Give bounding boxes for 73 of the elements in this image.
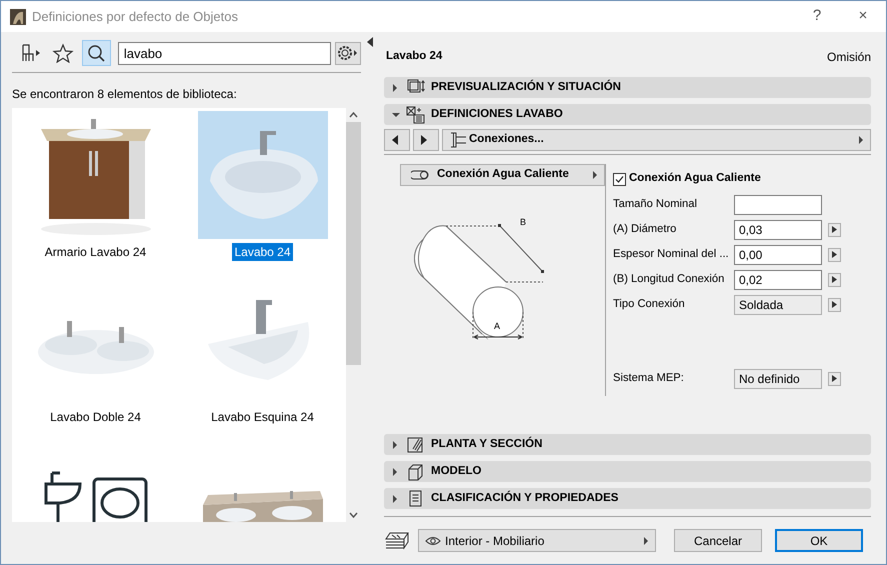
checked-icon [613,172,626,186]
settings-icon [406,106,425,124]
mode-label: Omisión [826,49,871,63]
parameter-label: (A) Diámetro [613,222,678,238]
window-title: Definiciones por defecto de Objetos [32,8,238,26]
value-menu-button[interactable] [828,372,841,386]
parameter-label: Espesor Nominal del ... [613,247,730,262]
pipe-fitting-icon [449,132,469,148]
section-header[interactable]: PREVISUALIZACIÓN Y SITUACIÓN [384,77,871,98]
parameter-label: Tamaño Nominal [613,197,698,212]
value-menu-button[interactable] [828,248,841,262]
scrollbar-thumb[interactable] [346,122,361,365]
value-menu-button[interactable] [828,222,841,236]
left-arrow-icon [391,135,399,145]
search-field[interactable]: lavabo [118,42,331,64]
dialog-button[interactable]: Cancelar [674,529,762,552]
item-title: Lavabo 24 [386,49,442,63]
help-button[interactable]: ? [794,4,840,29]
dialog-button[interactable]: OK [775,529,863,552]
gear-icon [336,44,360,62]
dimension-label: B [520,216,526,229]
floor-plan-icon [406,436,425,454]
expand-icon [392,494,400,502]
value-menu-button[interactable] [828,272,841,286]
caret-icon [592,171,598,179]
close-button[interactable]: × [840,4,886,29]
collapse-arrow-icon[interactable] [367,37,373,47]
previous-button[interactable] [384,129,410,151]
pipe-icon [411,170,429,180]
app-logo-icon [10,8,26,24]
right-arrow-icon [420,135,428,145]
item-label[interactable]: Lavabo Esquina 24 [209,408,316,426]
connection-checkbox[interactable]: Conexión Agua Caliente [613,166,871,192]
section-header[interactable]: DEFINICIONES LAVABO [384,104,871,125]
expand-icon [392,468,400,476]
section-header[interactable]: MODELO [384,461,871,482]
next-button[interactable] [413,129,439,151]
eye-icon [425,536,441,546]
item-label[interactable]: Lavabo 24 [232,243,293,261]
layer-dropdown[interactable]: Interior - Mobiliario [418,529,656,552]
section-header[interactable]: PLANTA Y SECCIÓN [384,434,871,455]
search-button[interactable] [82,40,111,66]
value-dropdown[interactable]: Soldada [734,294,822,314]
caret-icon [643,536,649,544]
item-label[interactable]: Lavabo Doble 24 [48,408,143,426]
result-count-text: Se encontraron 8 elementos de biblioteca: [12,86,238,103]
star-icon [52,43,74,63]
value-field[interactable]: 0,02 [734,270,822,290]
caret-icon [832,301,837,308]
value-field[interactable] [734,194,822,214]
parameter-label: Tipo Conexión [613,297,686,312]
caret-icon [858,136,864,144]
parameter-label: (B) Longitud Conexión [613,272,726,288]
dimension-label: A [494,320,500,333]
page-dropdown[interactable]: Conexiones... [442,129,871,151]
section-header[interactable]: CLASIFICACIÓN Y PROPIEDADES [384,488,871,509]
item-label[interactable]: Armario Lavabo 24 [42,243,148,261]
parameter-label: Sistema MEP: [613,371,685,386]
caret-icon [832,375,837,382]
cube-icon [406,462,425,480]
caret-icon [832,251,837,258]
value-field[interactable]: 0,03 [734,220,822,240]
layers-icon [384,530,410,550]
expand-icon [392,84,400,92]
expand-icon [392,440,400,448]
settings-button[interactable] [334,42,361,64]
value-field[interactable]: 0,00 [734,244,822,264]
value-menu-button[interactable] [828,298,841,312]
collapse-icon [392,110,400,118]
connection-dropdown[interactable]: Conexión Agua Caliente [400,164,605,186]
value-dropdown[interactable]: No definido [734,368,822,388]
caret-icon [832,226,837,233]
caret-icon [832,276,837,283]
